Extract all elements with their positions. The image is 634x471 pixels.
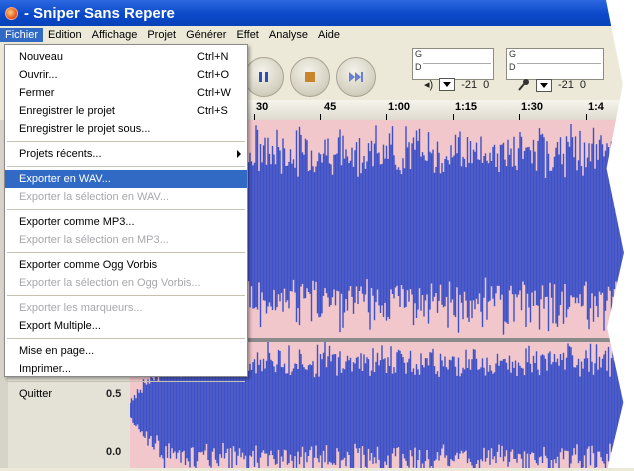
output-dropdown[interactable] bbox=[439, 78, 456, 91]
menu-item-label: Exporter comme MP3... bbox=[19, 216, 135, 228]
ruler-label: 1:15 bbox=[455, 101, 478, 113]
scale-label-lower: 0.0 bbox=[106, 446, 122, 458]
input-meter: G D bbox=[506, 48, 604, 80]
input-zero-label: 0 bbox=[579, 79, 587, 91]
menu-item-exporter-ogg[interactable]: Exporter comme Ogg Vorbis bbox=[5, 256, 247, 274]
input-level-label: -21 bbox=[558, 79, 574, 91]
menu-separator bbox=[7, 252, 245, 253]
menu-item-projets-recents[interactable]: Projets récents... bbox=[5, 145, 247, 163]
menu-item-label: Exporter la sélection en Ogg Vorbis... bbox=[19, 277, 201, 289]
menu-item-export-multiple[interactable]: Export Multiple... bbox=[5, 317, 247, 335]
fichier-dropdown-menu: Nouveau Ctrl+N Ouvrir... Ctrl+O Fermer Ctrl… bbox=[4, 44, 248, 400]
stop-button[interactable] bbox=[290, 57, 330, 97]
menu-item-shortcut: Ctrl+S bbox=[197, 105, 228, 117]
ruler-label: 1:4 bbox=[588, 101, 604, 113]
output-level-label: -21 bbox=[461, 78, 478, 91]
output-zero-label: 0 bbox=[483, 78, 490, 91]
menu-item-label: Exporter en WAV... bbox=[19, 173, 111, 185]
menu-item-label: Imprimer... bbox=[19, 363, 71, 375]
pause-icon bbox=[259, 72, 268, 82]
window-title: - Sniper Sans Repere bbox=[24, 4, 175, 22]
menu-item-label: Exporter la sélection en WAV... bbox=[19, 191, 169, 203]
meter-label-g: G bbox=[509, 49, 517, 59]
pause-button[interactable] bbox=[244, 57, 284, 97]
menu-item-shortcut: Ctrl+O bbox=[197, 69, 230, 81]
menu-item-label: Fermer bbox=[19, 87, 55, 99]
menu-separator bbox=[7, 338, 245, 339]
menu-item-exporter-mp3[interactable]: Exporter comme MP3... bbox=[5, 213, 247, 231]
menu-item-label: Ouvrir... bbox=[19, 69, 58, 81]
menu-item-ouvrir[interactable]: Ouvrir... Ctrl+O bbox=[5, 66, 247, 84]
app-icon bbox=[5, 6, 18, 20]
menu-item-label: Projets récents... bbox=[19, 148, 102, 160]
menu-item-fermer[interactable]: Fermer Ctrl+W bbox=[5, 84, 247, 102]
meter-label-d: D bbox=[415, 62, 422, 72]
menu-item-label: Nouveau bbox=[19, 51, 64, 63]
microphone-icon bbox=[518, 79, 529, 91]
skip-end-button[interactable] bbox=[336, 57, 376, 97]
menu-item-shortcut: Ctrl+W bbox=[197, 87, 231, 99]
menu-separator bbox=[7, 209, 245, 210]
menu-item-imprimer[interactable]: Imprimer... bbox=[5, 360, 247, 378]
ruler-label: 30 bbox=[256, 101, 269, 113]
input-meter-controls: -21 0 bbox=[516, 78, 586, 92]
menu-separator bbox=[7, 141, 245, 142]
output-meter: G D bbox=[412, 48, 494, 80]
title-bar: - Sniper Sans Repere bbox=[0, 0, 634, 26]
menu-item-exporter-marqueurs: Exporter les marqueurs... bbox=[5, 299, 247, 317]
menu-item-exporter-selection-ogg: Exporter la sélection en Ogg Vorbis... bbox=[5, 274, 247, 292]
ruler-label: 1:00 bbox=[388, 101, 411, 113]
output-meter-controls: ◂) -21 0 bbox=[424, 78, 489, 91]
menu-item-label: Exporter la sélection en MP3... bbox=[19, 234, 169, 246]
submenu-arrow-icon bbox=[237, 150, 241, 158]
menu-item-quitter[interactable]: Quitter bbox=[5, 385, 247, 403]
toolbar: G D ◂) -21 0 G D -21 0 bbox=[244, 44, 634, 100]
input-dropdown[interactable] bbox=[536, 78, 552, 92]
menu-item-mise-en-page[interactable]: Mise en page... bbox=[5, 342, 247, 360]
ruler-label: 1:30 bbox=[521, 101, 544, 113]
menu-separator bbox=[7, 381, 245, 382]
speaker-icon: ◂) bbox=[424, 79, 434, 91]
menu-item-label: Enregistrer le projet sous... bbox=[19, 123, 151, 135]
menu-generer[interactable]: Générer bbox=[181, 28, 231, 42]
menu-analyse[interactable]: Analyse bbox=[264, 28, 313, 42]
meter-label-g: G bbox=[415, 49, 423, 59]
menu-effet[interactable]: Effet bbox=[231, 28, 263, 42]
menu-affichage[interactable]: Affichage bbox=[87, 28, 143, 42]
timeline-ruler[interactable]: 30 45 1:00 1:15 1:30 1:4 bbox=[248, 100, 634, 121]
menu-separator bbox=[7, 295, 245, 296]
meter-label-d: D bbox=[509, 62, 516, 72]
menu-fichier[interactable]: Fichier bbox=[0, 28, 44, 42]
ruler-label: 45 bbox=[324, 101, 337, 113]
menu-item-label: Mise en page... bbox=[19, 345, 95, 357]
menu-item-exporter-wav[interactable]: Exporter en WAV... bbox=[5, 170, 247, 188]
menu-item-exporter-selection-mp3: Exporter la sélection en MP3... bbox=[5, 231, 247, 249]
menu-item-label: Enregistrer le projet bbox=[19, 105, 115, 117]
fast-forward-icon bbox=[349, 72, 363, 82]
menu-item-label: Exporter les marqueurs... bbox=[19, 302, 143, 314]
stop-icon bbox=[305, 72, 315, 82]
menu-item-label: Quitter bbox=[19, 388, 53, 400]
menu-projet[interactable]: Projet bbox=[142, 28, 181, 42]
menu-item-label: Export Multiple... bbox=[19, 320, 101, 332]
menu-item-enregistrer[interactable]: Enregistrer le projet Ctrl+S bbox=[5, 102, 247, 120]
menu-edition[interactable]: Edition bbox=[43, 28, 87, 42]
menu-item-nouveau[interactable]: Nouveau Ctrl+N bbox=[5, 48, 247, 66]
menu-item-label: Exporter comme Ogg Vorbis bbox=[19, 259, 158, 271]
menu-item-enregistrer-sous[interactable]: Enregistrer le projet sous... bbox=[5, 120, 247, 138]
menu-item-shortcut: Ctrl+N bbox=[197, 51, 229, 63]
menu-aide[interactable]: Aide bbox=[313, 28, 345, 42]
menu-bar: Fichier Edition Affichage Projet Générer… bbox=[0, 26, 634, 44]
menu-separator bbox=[7, 166, 245, 167]
menu-item-exporter-selection-wav: Exporter la sélection en WAV... bbox=[5, 188, 247, 206]
